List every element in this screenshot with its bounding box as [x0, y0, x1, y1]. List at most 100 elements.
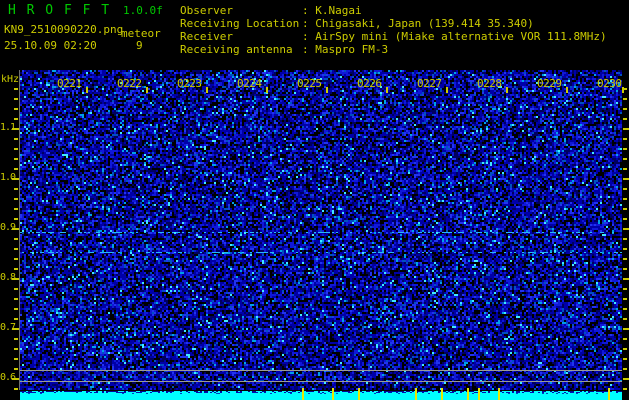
axis-tick	[623, 188, 627, 190]
axis-tick	[623, 288, 627, 290]
info-row-location: Receiving Location: Chigasaki, Japan (13…	[180, 17, 534, 30]
axis-tick	[86, 87, 88, 93]
axis-tick	[566, 87, 568, 93]
time-label: 0224	[237, 77, 262, 90]
freq-axis-unit: kHz	[1, 74, 20, 85]
axis-tick	[623, 338, 627, 340]
axis-tick	[623, 368, 627, 370]
axis-tick	[14, 148, 18, 150]
time-label: 0222	[117, 77, 142, 90]
axis-tick	[623, 298, 627, 300]
time-label: 0225	[297, 77, 322, 90]
axis-tick	[14, 268, 18, 270]
axis-tick	[623, 158, 627, 160]
info-label: Receiver	[180, 30, 233, 43]
axis-tick	[12, 228, 19, 230]
axis-tick	[146, 87, 148, 93]
info-separator: :	[302, 4, 309, 17]
axis-tick	[623, 118, 627, 120]
axis-tick	[14, 188, 18, 190]
info-label: Observer	[180, 4, 233, 17]
time-label: 0227	[417, 77, 442, 90]
axis-tick	[14, 88, 18, 90]
axis-tick	[623, 348, 627, 350]
axis-tick	[623, 258, 627, 260]
axis-tick	[14, 208, 18, 210]
axis-tick	[623, 378, 629, 380]
app-version: 1.0.0f	[123, 4, 163, 17]
axis-tick	[14, 238, 18, 240]
axis-tick	[623, 318, 627, 320]
axis-tick	[623, 328, 629, 330]
output-filename: KN9_2510090220.png	[4, 23, 124, 36]
info-value: Maspro FM-3	[315, 43, 389, 56]
axis-tick	[623, 138, 627, 140]
axis-tick	[623, 358, 627, 360]
axis-tick	[14, 158, 18, 160]
info-row-antenna: Receiving antenna: Maspro FM-3	[180, 43, 388, 56]
axis-tick	[623, 178, 629, 180]
info-separator: :	[302, 17, 309, 30]
axis-tick	[623, 248, 627, 250]
axis-tick	[623, 208, 627, 210]
axis-tick	[623, 278, 629, 280]
time-label: 0221	[57, 77, 82, 90]
info-label: Receiving Location	[180, 17, 300, 30]
axis-tick	[386, 87, 388, 93]
axis-tick	[446, 87, 448, 93]
axis-tick	[14, 288, 18, 290]
app-title: H R O F F T	[8, 3, 111, 18]
axis-tick	[623, 308, 627, 310]
time-label: 0226	[357, 77, 382, 90]
axis-tick	[622, 87, 624, 93]
time-label: 0229	[537, 77, 562, 90]
axis-tick	[623, 198, 627, 200]
info-row-receiver: Receiver: AirSpy mini (Miake alternative…	[180, 30, 607, 43]
axis-tick	[506, 87, 508, 93]
time-label: 0228	[477, 77, 502, 90]
axis-tick	[12, 278, 19, 280]
axis-tick	[14, 368, 18, 370]
axis-tick	[14, 308, 18, 310]
axis-tick	[623, 218, 627, 220]
time-label: 0223	[177, 77, 202, 90]
info-row-observer: Observer: K.Nagai	[180, 4, 362, 17]
hrofft-window: H R O F F T 1.0.0f KN9_2510090220.png me…	[0, 0, 629, 400]
axis-tick	[623, 148, 627, 150]
axis-tick	[14, 218, 18, 220]
axis-tick	[14, 358, 18, 360]
axis-tick	[12, 128, 19, 130]
axis-tick	[14, 298, 18, 300]
spectrogram-canvas	[20, 70, 622, 400]
info-separator: :	[302, 43, 309, 56]
info-label: Receiving antenna	[180, 43, 293, 56]
info-separator: :	[302, 30, 309, 43]
time-label: 0230	[597, 77, 622, 90]
axis-tick	[623, 388, 627, 390]
axis-tick	[14, 258, 18, 260]
axis-tick	[12, 178, 19, 180]
axis-tick	[623, 238, 627, 240]
axis-tick	[266, 87, 268, 93]
axis-tick	[623, 228, 629, 230]
left-axis-line	[19, 70, 20, 390]
info-value: Chigasaki, Japan (139.414 35.340)	[315, 17, 534, 30]
axis-tick	[14, 108, 18, 110]
axis-tick	[623, 268, 627, 270]
axis-tick	[14, 318, 18, 320]
observation-datetime: 25.10.09 02:20	[4, 39, 97, 52]
axis-tick	[14, 168, 18, 170]
axis-tick	[12, 328, 19, 330]
axis-tick	[14, 98, 18, 100]
meteor-count-value: 9	[136, 39, 143, 52]
axis-tick	[14, 118, 18, 120]
axis-tick	[14, 388, 18, 390]
axis-tick	[623, 168, 627, 170]
info-value: K.Nagai	[315, 4, 362, 17]
axis-tick	[14, 198, 18, 200]
axis-tick	[206, 87, 208, 93]
axis-tick	[623, 108, 627, 110]
axis-tick	[14, 248, 18, 250]
axis-tick	[12, 378, 19, 380]
axis-tick	[623, 128, 629, 130]
